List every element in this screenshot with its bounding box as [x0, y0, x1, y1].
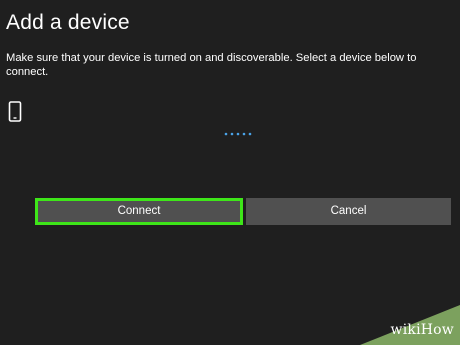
dialog-title: Add a device [6, 11, 130, 34]
connect-button[interactable]: Connect [35, 198, 243, 225]
phone-icon[interactable] [8, 101, 22, 123]
cancel-button[interactable]: Cancel [246, 198, 451, 225]
loading-spinner-icon [224, 132, 252, 136]
dialog-description: Make sure that your device is turned on … [6, 52, 417, 78]
watermark-text: wikiHow [390, 322, 454, 338]
add-device-dialog: Add a device Make sure that your device … [0, 0, 460, 345]
